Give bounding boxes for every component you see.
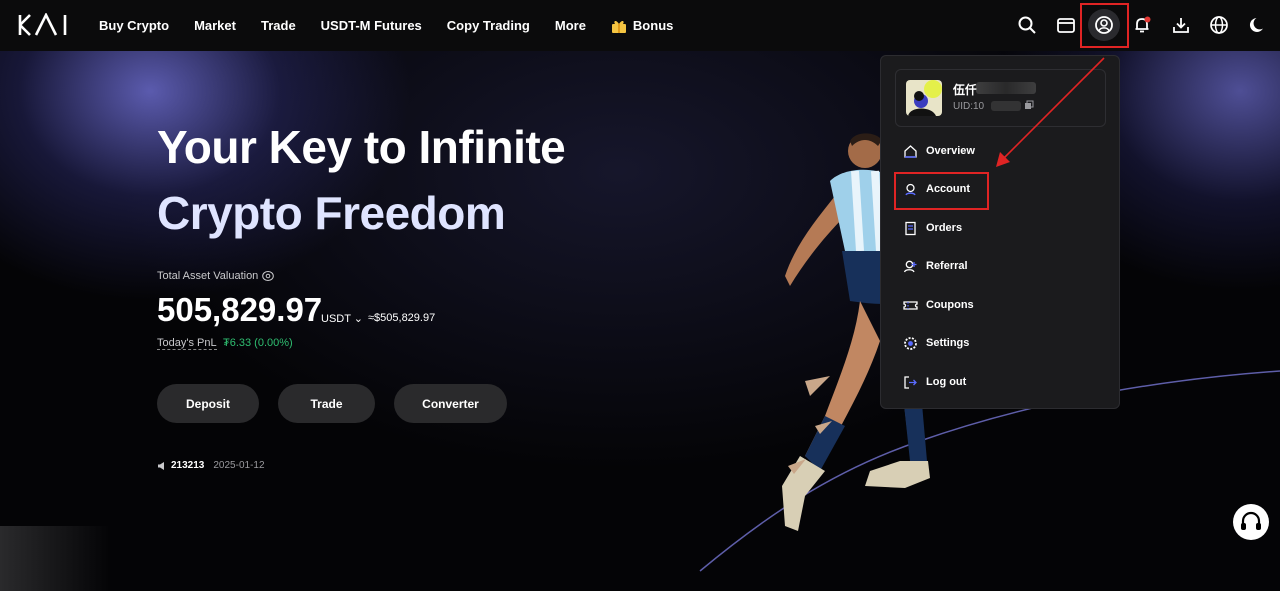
headset-icon	[1241, 511, 1261, 530]
annotation-arrow	[996, 57, 1105, 167]
support-chat-button[interactable]	[1233, 504, 1269, 540]
